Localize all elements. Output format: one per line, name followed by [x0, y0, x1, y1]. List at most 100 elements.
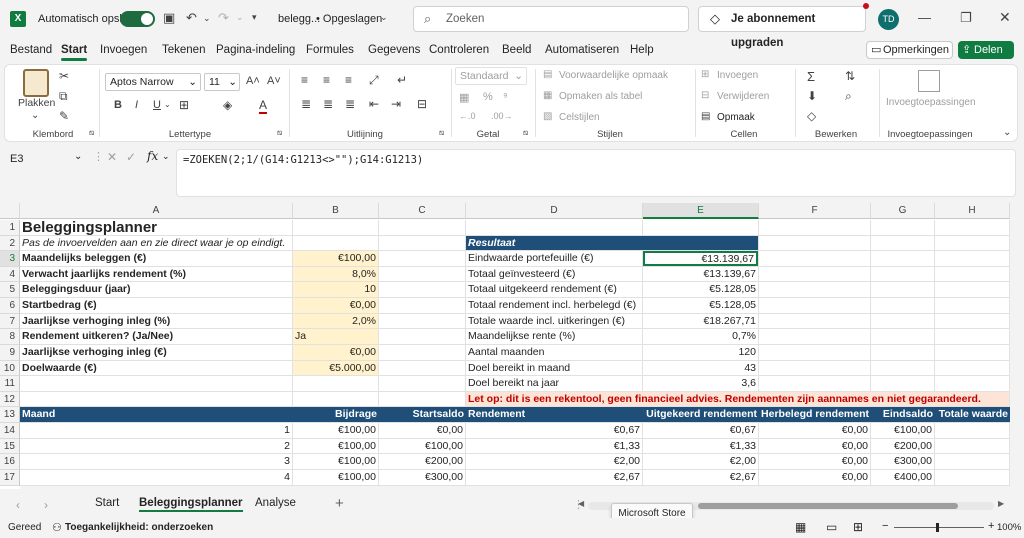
zoom-out-icon[interactable]: − [882, 520, 888, 532]
alignment-launcher-icon[interactable]: ⧅ [439, 128, 444, 138]
result-label[interactable]: Eindwaarde portefeuille (€) [466, 251, 642, 266]
table-cell[interactable]: €2,67 [643, 470, 758, 485]
zoom-slider[interactable] [894, 523, 984, 532]
table-header-cell[interactable]: Startsaldo [379, 407, 466, 422]
table-cell[interactable]: 1 [20, 423, 292, 438]
result-value[interactable]: 3,6 [643, 376, 758, 391]
number-format-select[interactable]: Standaard ⌄ [455, 67, 527, 85]
indent-decrease-icon[interactable]: ⇤ [369, 97, 379, 111]
accessibility-status[interactable]: Toegankelijkheid: onderzoeken [65, 522, 213, 533]
column-header-d[interactable]: D [466, 203, 643, 219]
table-cell[interactable]: 4 [20, 470, 292, 485]
font-launcher-icon[interactable]: ⧅ [277, 128, 282, 138]
column-header-h[interactable]: H [935, 203, 1010, 219]
font-shrink-icon[interactable]: A˅ [267, 75, 281, 87]
table-cell[interactable]: €0,67 [466, 423, 642, 438]
table-cell[interactable]: €1,33 [466, 439, 642, 453]
column-header-f[interactable]: F [759, 203, 871, 219]
redo-icon[interactable]: ↷ [218, 10, 229, 26]
comma-style-icon[interactable]: ⁹ [503, 91, 508, 103]
row-header-11[interactable]: 11 [0, 376, 20, 392]
row-header-2[interactable]: 2 [0, 236, 20, 251]
input-value[interactable]: €100,00 [293, 251, 378, 266]
underline-icon[interactable]: U [153, 99, 161, 111]
row-header-12[interactable]: 12 [0, 392, 20, 407]
column-header-e[interactable]: E [643, 203, 759, 219]
input-label[interactable]: Jaarlijkse verhoging inleg (€) [20, 345, 292, 360]
input-label[interactable]: Beleggingsduur (jaar) [20, 282, 292, 297]
zoom-thumb[interactable] [936, 523, 939, 532]
input-label[interactable]: Verwacht jaarlijks rendement (%) [20, 267, 292, 281]
addins-button[interactable]: Invoegtoepassingen [886, 97, 976, 108]
result-value[interactable]: €13.139,67 [643, 251, 758, 266]
align-center-icon[interactable]: ≣ [323, 97, 333, 111]
share-button[interactable]: ⇪ Delen [958, 41, 1014, 59]
formula-input[interactable]: =ZOEKEN(2;1/(G14:G1213<>"");G14:G1213) [176, 149, 1016, 197]
align-bottom-icon[interactable]: ≡ [345, 73, 352, 87]
paste-label[interactable]: Plakken [18, 97, 55, 109]
table-cell[interactable]: €100,00 [871, 423, 934, 438]
format-table-button[interactable]: Opmaken als tabel [559, 91, 642, 102]
search-box[interactable]: ⌕ Zoeken [413, 6, 689, 32]
input-label[interactable]: Maandelijks beleggen (€) [20, 251, 292, 266]
fill-color-icon[interactable]: ◈ [223, 98, 232, 112]
clipboard-launcher-icon[interactable]: ⧅ [89, 128, 94, 138]
table-cell[interactable]: €2,00 [643, 454, 758, 469]
table-header-cell[interactable]: Maand [20, 407, 293, 422]
paste-icon[interactable] [23, 69, 49, 97]
result-label[interactable]: Aantal maanden [466, 345, 642, 360]
row-header-13[interactable]: 13 [0, 407, 20, 423]
confirm-icon[interactable]: ✓ [126, 150, 136, 164]
horizontal-scroll-thumb[interactable] [698, 503, 958, 509]
zoom-level[interactable]: 100% [997, 522, 1021, 533]
align-right-icon[interactable]: ≣ [345, 97, 355, 111]
borders-icon[interactable]: ⊞ [179, 98, 189, 112]
table-header-cell[interactable]: Eindsaldo [871, 407, 935, 422]
input-value[interactable]: €0,00 [293, 298, 378, 313]
wrap-text-icon[interactable]: ↵ [397, 73, 407, 87]
sheet-subtitle[interactable]: Pas de invoervelden aan en zie direct wa… [20, 236, 320, 250]
comments-button[interactable]: ▭ Opmerkingen [866, 41, 953, 59]
row-header-3[interactable]: 3 [0, 251, 20, 267]
save-status[interactable]: • Opgeslagen [316, 13, 382, 25]
conditional-format-button[interactable]: Voorwaardelijke opmaak [559, 70, 668, 81]
input-value[interactable]: 8,0% [293, 267, 378, 281]
fx-chevron-icon[interactable]: ⌄ [162, 151, 170, 162]
normal-view-icon[interactable]: ▦ [795, 520, 806, 534]
file-name[interactable]: belegg... [278, 13, 320, 25]
table-cell[interactable]: €0,00 [759, 423, 870, 438]
input-value[interactable]: Ja [293, 329, 378, 344]
row-header-10[interactable]: 10 [0, 361, 20, 376]
table-header-cell[interactable]: Totale waarde [935, 407, 1010, 422]
result-header[interactable]: Resultaat [466, 236, 758, 250]
currency-icon[interactable]: ▦ [459, 91, 469, 104]
page-break-icon[interactable]: ⊞ [853, 520, 863, 534]
tab-beeld[interactable]: Beeld [502, 44, 531, 56]
scroll-right-icon[interactable]: ▶ [998, 499, 1004, 508]
table-cell[interactable]: 2 [20, 439, 292, 453]
sheet-tab-analyse[interactable]: Analyse [255, 497, 296, 509]
table-cell[interactable]: 3 [20, 454, 292, 469]
percent-icon[interactable]: % [483, 91, 493, 103]
column-header-a[interactable]: A [20, 203, 293, 219]
ribbon-collapse-icon[interactable]: ⌄ [1003, 127, 1011, 138]
format-painter-icon[interactable]: ✎ [59, 109, 69, 123]
table-header-cell[interactable]: Bijdrage [293, 407, 379, 422]
row-header-16[interactable]: 16 [0, 454, 20, 470]
tab-invoegen[interactable]: Invoegen [100, 44, 147, 56]
input-label[interactable]: Rendement uitkeren? (Ja/Nee) [20, 329, 292, 344]
add-sheet-icon[interactable]: + [335, 495, 344, 512]
align-middle-icon[interactable]: ≡ [323, 73, 330, 87]
upgrade-button[interactable]: ◇ Je abonnement upgraden [698, 6, 866, 49]
number-launcher-icon[interactable]: ⧅ [523, 128, 528, 138]
scroll-left-icon[interactable]: ◀ [578, 499, 584, 508]
font-name-select[interactable]: Aptos Narrow ⌄ [105, 73, 201, 91]
table-cell[interactable]: €300,00 [379, 470, 465, 485]
result-value[interactable]: 43 [643, 361, 758, 375]
result-label[interactable]: Totaal rendement incl. herbelegd (€) [466, 298, 642, 313]
save-icon[interactable]: ▣ [163, 10, 175, 26]
result-value[interactable]: €13.139,67 [643, 267, 758, 281]
bold-icon[interactable]: B [114, 99, 122, 111]
save-status-chevron-icon[interactable]: ⌄ [380, 12, 388, 23]
result-value[interactable]: 120 [643, 345, 758, 360]
